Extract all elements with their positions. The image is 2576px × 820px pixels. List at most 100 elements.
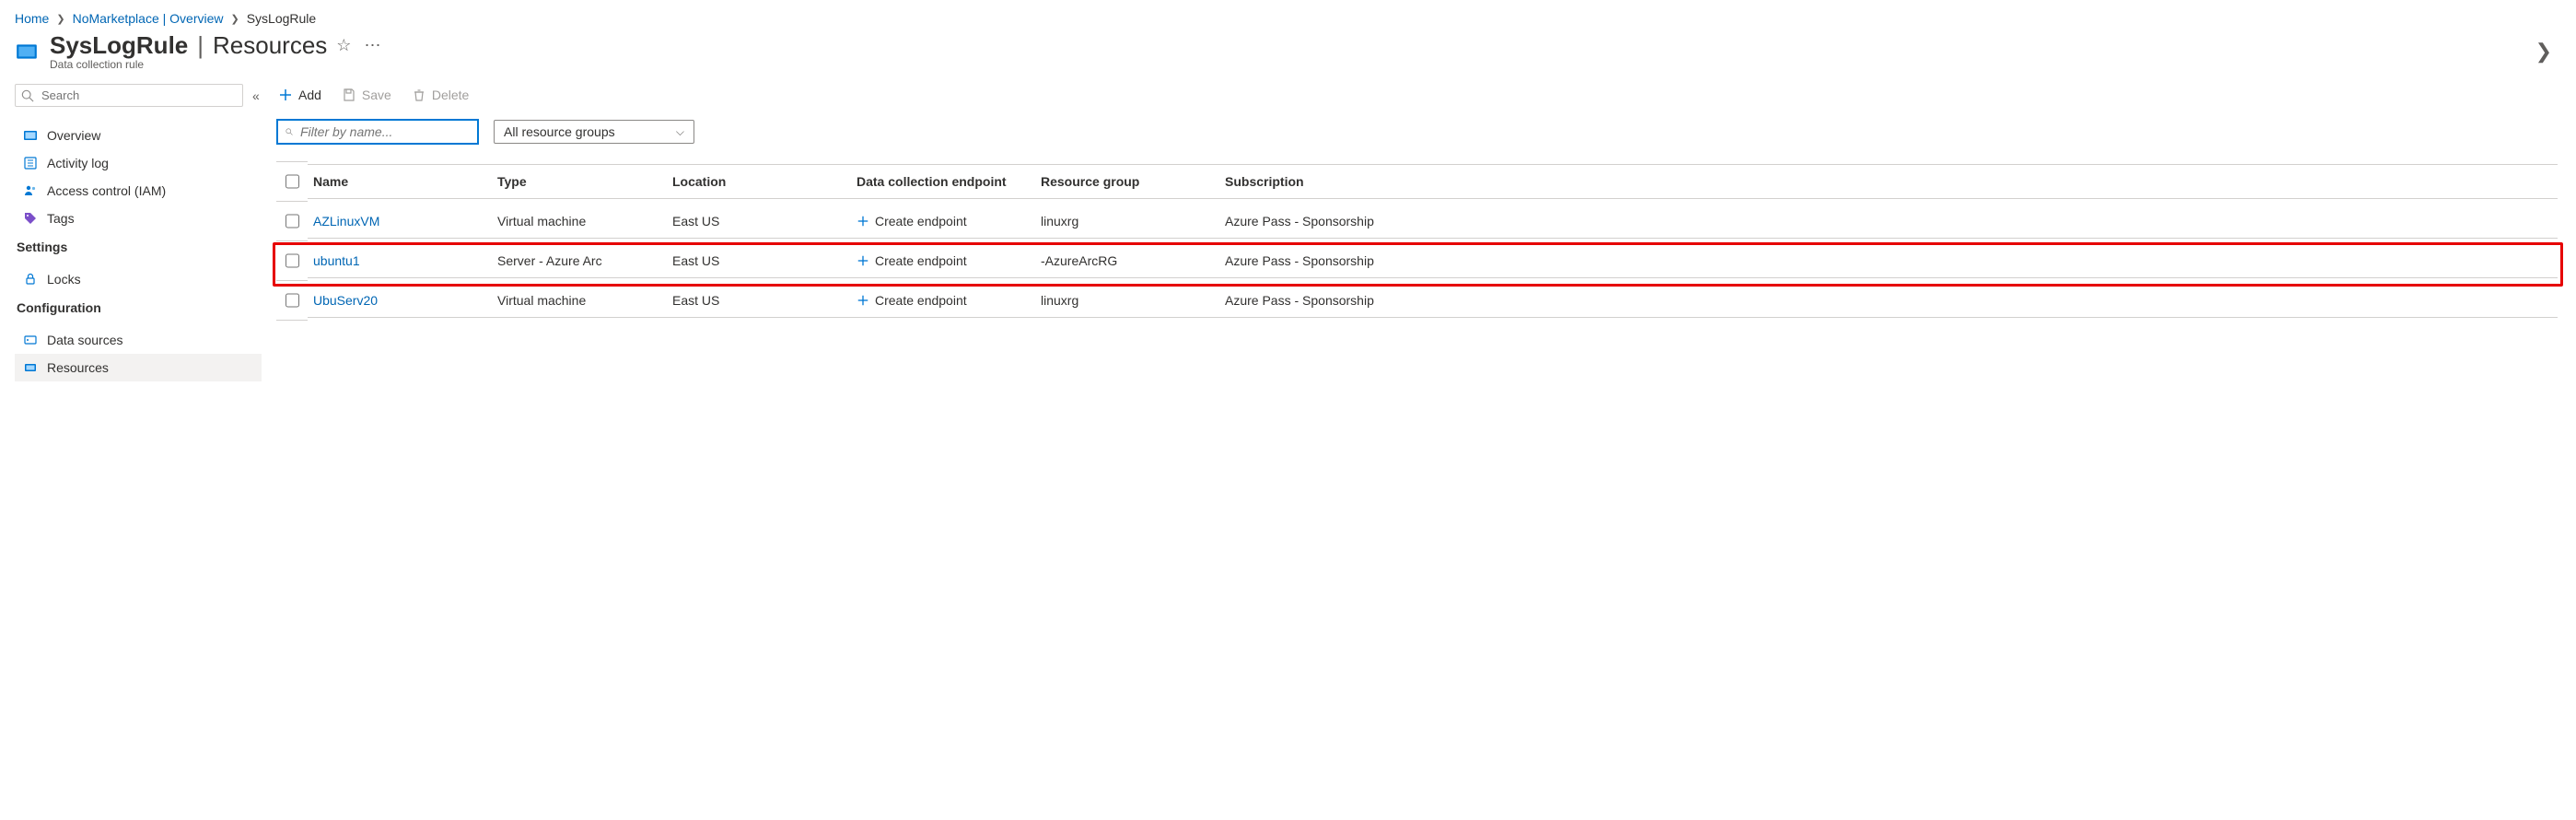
select-all-checkbox[interactable] — [286, 174, 299, 189]
resource-name-link[interactable]: AZLinuxVM — [313, 214, 379, 228]
create-endpoint-link[interactable]: Create endpoint — [857, 253, 1030, 268]
sidebar-item-label: Overview — [47, 128, 100, 143]
expand-icon[interactable]: ❯ — [2530, 40, 2558, 64]
search-icon — [21, 89, 34, 102]
save-label: Save — [362, 88, 391, 102]
sidebar-item-label: Data sources — [47, 333, 122, 347]
save-icon — [342, 88, 356, 102]
row-checkbox[interactable] — [286, 214, 299, 228]
resource-name-link[interactable]: ubuntu1 — [313, 253, 360, 268]
sidebar-heading-settings: Settings — [15, 232, 262, 260]
tag-icon — [23, 211, 38, 226]
breadcrumb: Home ❯ NoMarketplace | Overview ❯ SysLog… — [15, 11, 2558, 26]
resources-table: Name Type Location Data collection endpo… — [276, 161, 2558, 321]
sidebar-group-settings: Locks — [15, 265, 262, 293]
row-checkbox-cell — [276, 241, 308, 281]
resources-icon — [23, 360, 38, 375]
toolbar: Add Save Delete — [276, 84, 2558, 106]
people-icon — [23, 183, 38, 198]
sidebar-item-label: Tags — [47, 211, 75, 226]
row-checkbox-cell — [276, 202, 308, 241]
cell-endpoint: Create endpoint — [851, 205, 1035, 239]
select-all-cell — [276, 161, 308, 202]
sidebar-item-label: Resources — [47, 360, 109, 375]
search-icon — [286, 125, 293, 138]
favorite-button[interactable]: ☆ — [332, 32, 355, 59]
chevron-right-icon: ❯ — [56, 13, 64, 25]
th-type[interactable]: Type — [492, 164, 667, 199]
cell-resource-group: -AzureArcRG — [1035, 244, 1219, 278]
create-endpoint-link[interactable]: Create endpoint — [857, 214, 1030, 228]
sidebar-heading-configuration: Configuration — [15, 293, 262, 321]
sidebar-search-input[interactable] — [40, 88, 237, 103]
plus-icon — [857, 215, 869, 228]
title-separator: | — [197, 31, 204, 60]
page-header: SysLogRule | Resources ☆ ⋯ Data collecti… — [15, 31, 2558, 71]
collapse-sidebar-button[interactable]: « — [252, 88, 260, 103]
cell-resource-group: linuxrg — [1035, 205, 1219, 239]
sidebar-item-tags[interactable]: Tags — [15, 205, 262, 232]
sidebar-group-main: Overview Activity log Access control (IA… — [15, 122, 262, 232]
page-title: SysLogRule — [50, 31, 188, 60]
breadcrumb-overview[interactable]: NoMarketplace | Overview — [73, 11, 224, 26]
chevron-down-icon: ⌵ — [676, 125, 684, 139]
cell-name: UbuServ20 — [308, 284, 492, 318]
more-button[interactable]: ⋯ — [360, 32, 384, 59]
cell-endpoint: Create endpoint — [851, 284, 1035, 318]
delete-label: Delete — [432, 88, 469, 102]
cell-location: East US — [667, 244, 851, 278]
sidebar-item-activity-log[interactable]: Activity log — [15, 149, 262, 177]
main-content: Add Save Delete All resource groups — [276, 84, 2558, 381]
sidebar: « Overview Activity log Access control (… — [15, 84, 262, 381]
th-rg[interactable]: Resource group — [1035, 164, 1219, 199]
page-subtitle: Data collection rule — [50, 58, 384, 71]
row-checkbox[interactable] — [286, 253, 299, 268]
cell-name: AZLinuxVM — [308, 205, 492, 239]
resource-icon — [15, 40, 39, 64]
th-name[interactable]: Name — [308, 164, 492, 199]
sidebar-item-data-sources[interactable]: Data sources — [15, 326, 262, 354]
data-sources-icon — [23, 333, 38, 347]
cell-type: Virtual machine — [492, 205, 667, 239]
save-button: Save — [340, 84, 393, 106]
star-icon: ☆ — [336, 36, 351, 54]
delete-button: Delete — [410, 84, 471, 106]
chevron-right-icon: ❯ — [231, 13, 239, 25]
plus-icon — [857, 254, 869, 267]
breadcrumb-home[interactable]: Home — [15, 11, 49, 26]
sidebar-item-resources[interactable]: Resources — [15, 354, 262, 381]
add-label: Add — [298, 88, 321, 102]
sidebar-item-label: Access control (IAM) — [47, 183, 166, 198]
th-location[interactable]: Location — [667, 164, 851, 199]
breadcrumb-current: SysLogRule — [247, 11, 317, 26]
name-filter-input[interactable] — [298, 123, 470, 140]
row-checkbox[interactable] — [286, 293, 299, 308]
sidebar-item-access-control[interactable]: Access control (IAM) — [15, 177, 262, 205]
cell-subscription: Azure Pass - Sponsorship — [1219, 244, 2558, 278]
cell-resource-group: linuxrg — [1035, 284, 1219, 318]
plus-icon — [278, 88, 293, 102]
resource-group-dropdown[interactable]: All resource groups ⌵ — [494, 120, 694, 144]
sidebar-item-label: Locks — [47, 272, 81, 287]
th-dce[interactable]: Data collection endpoint — [851, 164, 1035, 199]
create-endpoint-link[interactable]: Create endpoint — [857, 293, 1030, 308]
cell-endpoint: Create endpoint — [851, 244, 1035, 278]
rg-dropdown-label: All resource groups — [504, 124, 615, 139]
sidebar-search[interactable] — [15, 84, 243, 107]
overview-icon — [23, 128, 38, 143]
activity-log-icon — [23, 156, 38, 170]
sidebar-group-configuration: Data sources Resources — [15, 326, 262, 381]
resource-name-link[interactable]: UbuServ20 — [313, 293, 378, 308]
lock-icon — [23, 272, 38, 287]
cell-type: Virtual machine — [492, 284, 667, 318]
cell-subscription: Azure Pass - Sponsorship — [1219, 205, 2558, 239]
cell-subscription: Azure Pass - Sponsorship — [1219, 284, 2558, 318]
th-sub[interactable]: Subscription — [1219, 164, 2558, 199]
ellipsis-icon: ⋯ — [364, 36, 380, 54]
name-filter[interactable] — [276, 119, 479, 145]
add-button[interactable]: Add — [276, 84, 323, 106]
trash-icon — [412, 88, 426, 102]
filter-row: All resource groups ⌵ — [276, 119, 2558, 145]
sidebar-item-locks[interactable]: Locks — [15, 265, 262, 293]
sidebar-item-overview[interactable]: Overview — [15, 122, 262, 149]
